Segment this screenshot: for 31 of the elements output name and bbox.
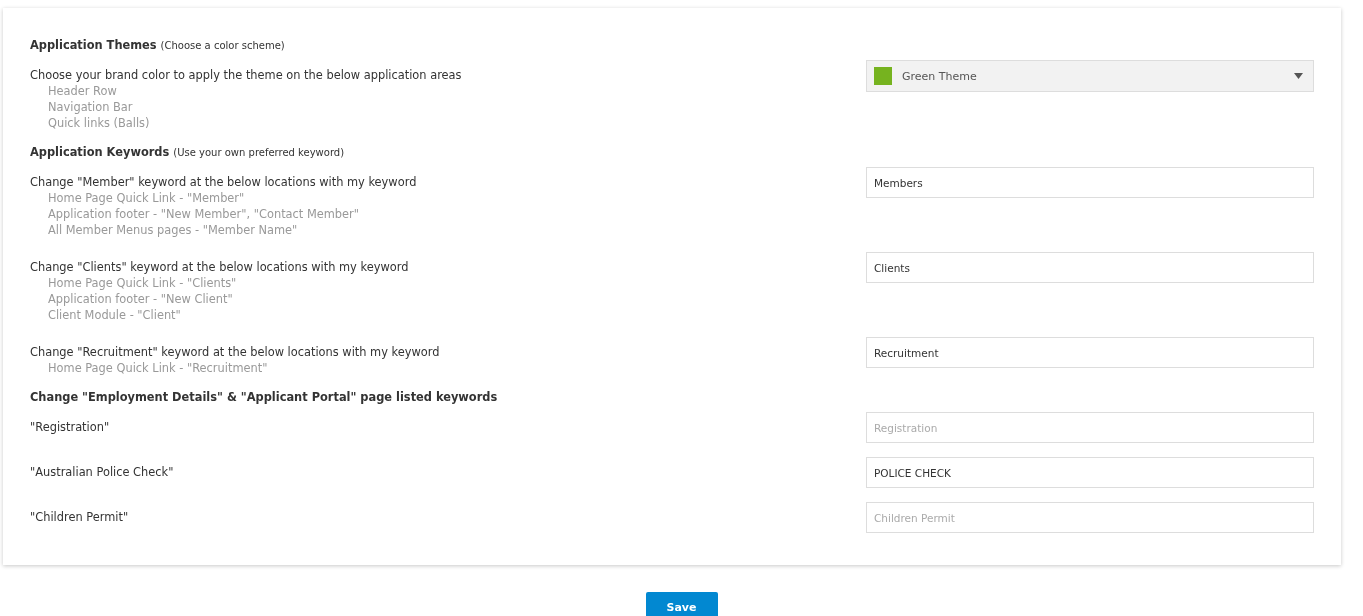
location-item: Quick links (Balls) — [47, 115, 151, 131]
location-item: Client Module - "Client" — [47, 307, 182, 323]
location-item: Header Row — [47, 83, 118, 99]
location-item: Home Page Quick Link - "Clients" — [47, 275, 238, 291]
setting-label: Choose your brand color to apply the theme on the below application areas — [30, 67, 463, 83]
setting-label: Change "Recruitment" keyword at the below locations with my keyword — [30, 344, 441, 360]
keyword-input[interactable]: POLICE CHECK — [866, 457, 1314, 488]
location-item: Home Page Quick Link - "Member" — [47, 190, 246, 206]
location-item: Navigation Bar — [47, 99, 134, 115]
section-note: (Choose a color scheme) — [160, 40, 285, 51]
setting-label: "Registration" — [30, 419, 111, 435]
location-item: Home Page Quick Link - "Recruitment" — [47, 360, 269, 376]
location-item: Application footer - "New Client" — [47, 291, 234, 307]
section-note: (Use your own preferred keyword) — [173, 147, 345, 158]
caret-icon — [1294, 73, 1303, 79]
keyword-input[interactable]: Clients — [866, 252, 1314, 283]
setting-label: Change "Clients" keyword at the below locations with my keyword — [30, 259, 410, 275]
section-title: Application Themes — [30, 38, 157, 52]
setting-label: Change "Member" keyword at the below locations with my keyword — [30, 174, 418, 190]
save-button[interactable]: Save — [645, 592, 718, 616]
theme-dropdown[interactable]: Green Theme — [866, 60, 1314, 92]
setting-label: "Australian Police Check" — [30, 464, 175, 480]
keyword-input[interactable]: Registration — [866, 412, 1314, 443]
location-item: All Member Menus pages - "Member Name" — [47, 222, 299, 238]
keyword-input[interactable]: Children Permit — [866, 502, 1314, 533]
section-title: Change "Employment Details" & "Applicant Portal" page listed keywords — [30, 390, 498, 404]
keyword-input[interactable]: Recruitment — [866, 337, 1314, 368]
location-item: Application footer - "New Member", "Contact Member" — [47, 206, 361, 222]
setting-label: "Children Permit" — [30, 509, 130, 525]
keyword-input[interactable]: Members — [866, 167, 1314, 198]
section-title: Application Keywords — [30, 145, 170, 159]
